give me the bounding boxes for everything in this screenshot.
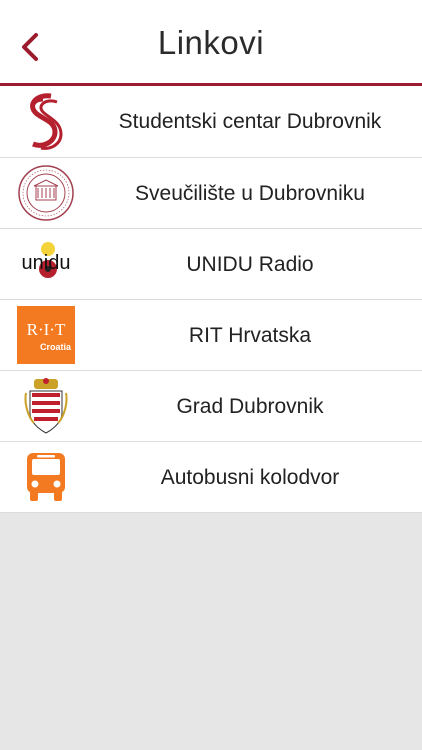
university-seal-icon	[14, 164, 78, 222]
link-grad-dubrovnik[interactable]: Grad Dubrovnik	[0, 371, 422, 442]
unidu-radio-logo-icon: unidu	[14, 235, 78, 293]
link-rit-hrvatska[interactable]: R·I·T Croatia RIT Hrvatska	[0, 300, 422, 371]
link-unidu-radio[interactable]: unidu UNIDU Radio	[0, 229, 422, 300]
rit-logo-text: R·I·T	[26, 320, 66, 339]
link-label: RIT Hrvatska	[188, 324, 312, 347]
link-label: Grad Dubrovnik	[176, 395, 324, 418]
link-autobusni-kolodvor[interactable]: Autobusni kolodvor	[0, 442, 422, 513]
link-label: Sveučilište u Dubrovniku	[135, 182, 365, 205]
svg-text:unidu: unidu	[22, 252, 71, 274]
link-label: Autobusni kolodvor	[160, 466, 340, 489]
dubrovnik-coat-of-arms-icon	[14, 377, 78, 435]
link-studentski-centar[interactable]: Studentski centar Dubrovnik	[0, 86, 422, 158]
link-label: UNIDU Radio	[186, 253, 314, 276]
rit-logo-subtext: Croatia	[39, 342, 71, 352]
navigation-header: Linkovi	[0, 0, 422, 86]
studentski-centar-logo-icon	[14, 92, 78, 150]
rit-croatia-logo-icon: R·I·T Croatia	[14, 306, 78, 364]
bus-icon	[14, 448, 78, 506]
link-sveuciliste[interactable]: Sveučilište u Dubrovniku	[0, 158, 422, 229]
page-title: Linkovi	[157, 24, 265, 61]
links-list: Studentski centar Dubrovnik Sveučilište …	[0, 86, 422, 513]
link-label: Studentski centar Dubrovnik	[118, 110, 382, 133]
